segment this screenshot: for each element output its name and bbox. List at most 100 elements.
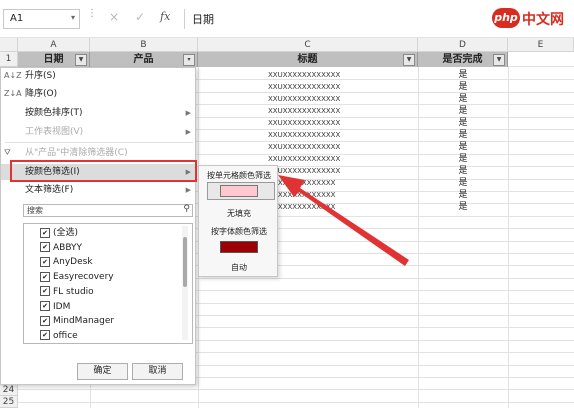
- menu-label: 降序(O): [25, 89, 58, 99]
- menu-label: 按颜色排序(T): [25, 108, 83, 118]
- menu-item-clear-filter: ⛛ 从"产品"中清除筛选器(C): [1, 145, 197, 161]
- select-all-corner[interactable]: [0, 38, 18, 52]
- filter-active-icon[interactable]: ▾: [183, 54, 195, 66]
- row-header-24[interactable]: 24: [0, 385, 18, 396]
- cancel-icon[interactable]: ×: [109, 10, 123, 28]
- checkbox[interactable]: ✔: [40, 330, 50, 341]
- column-header-b[interactable]: B: [90, 38, 198, 52]
- filter-item-label: ABBYY: [53, 242, 83, 253]
- watermark-logo: php 中文网: [492, 6, 572, 32]
- checkbox[interactable]: ✔: [40, 271, 50, 282]
- title-cell[interactable]: XXUXXXXXXXXXXXX: [198, 153, 418, 165]
- header-cell-date[interactable]: 日期 ▼: [18, 52, 90, 67]
- title-cell[interactable]: XXUXXXXXXXXXXXX: [198, 141, 418, 153]
- filter-list-item[interactable]: ✔ Easyrecovery: [40, 270, 114, 284]
- filter-list-item[interactable]: ✔ FL studio: [40, 285, 94, 299]
- menu-item-sort-by-color[interactable]: 按颜色排序(T) ▶: [1, 105, 197, 121]
- checkbox[interactable]: ✔: [40, 286, 50, 297]
- header-label-date: 日期: [43, 54, 64, 65]
- filter-list-item[interactable]: ✔ IDM: [40, 300, 70, 314]
- done-cell[interactable]: 是: [418, 189, 508, 201]
- column-header-a[interactable]: A: [18, 38, 90, 52]
- done-cell[interactable]: 是: [418, 69, 508, 81]
- filter-list-item[interactable]: ✔ (全选): [40, 226, 78, 240]
- title-cell[interactable]: XXUXXXXXXXXXXXX: [198, 81, 418, 93]
- checkbox[interactable]: ✔: [40, 242, 50, 253]
- chevron-right-icon: ▶: [185, 186, 191, 194]
- name-box[interactable]: A1 ▾: [3, 9, 80, 29]
- filter-dropdown-icon[interactable]: ▼: [493, 54, 505, 66]
- sort-descending-icon: Z↓A: [4, 89, 22, 98]
- filter-list-item[interactable]: ✔ office: [40, 329, 78, 343]
- search-icon: ⚲: [183, 204, 190, 214]
- title-cell[interactable]: XXUXXXXXXXXXXXX: [198, 129, 418, 141]
- by-font-color-label: 按字体颜色筛选: [211, 227, 267, 236]
- done-cell[interactable]: 是: [418, 153, 508, 165]
- ok-button[interactable]: 确定: [77, 363, 128, 380]
- automatic-option[interactable]: 自动: [199, 262, 279, 273]
- sort-ascending-icon: A↓Z: [4, 71, 22, 80]
- filter-dropdown-icon[interactable]: ▼: [403, 54, 415, 66]
- column-header-c[interactable]: C: [198, 38, 418, 52]
- header-label-product: 产品: [133, 54, 154, 65]
- done-cell[interactable]: 是: [418, 81, 508, 93]
- grid-hline: [0, 401, 574, 403]
- chevron-down-icon[interactable]: ▾: [71, 13, 75, 22]
- checkbox[interactable]: ✔: [40, 227, 50, 238]
- title-cell[interactable]: XXUXXXXXXXXXXXX: [198, 69, 418, 81]
- filter-list-item[interactable]: ✔ MindManager: [40, 314, 114, 328]
- filter-item-label: office: [53, 330, 78, 341]
- highlight-box: [10, 160, 197, 182]
- done-cell[interactable]: 是: [418, 201, 508, 213]
- header-cell-title[interactable]: 标题 ▼: [198, 52, 418, 67]
- header-cell-product[interactable]: 产品 ▾: [90, 52, 198, 67]
- name-box-value: A1: [10, 13, 24, 24]
- done-cell[interactable]: 是: [418, 141, 508, 153]
- menu-label: 文本筛选(F): [25, 185, 74, 195]
- column-header-d[interactable]: D: [418, 38, 508, 52]
- no-fill-option[interactable]: 无填充: [199, 208, 279, 219]
- done-cell[interactable]: 是: [418, 177, 508, 189]
- insert-function-icon[interactable]: fx: [160, 10, 176, 28]
- scrollbar-thumb[interactable]: [183, 237, 187, 287]
- header-label-title: 标题: [297, 54, 318, 65]
- done-cell[interactable]: 是: [418, 93, 508, 105]
- search-placeholder: 搜索: [27, 206, 43, 215]
- checkbox[interactable]: ✔: [40, 315, 50, 326]
- filter-item-label: AnyDesk: [53, 257, 93, 268]
- title-cell[interactable]: XXUXXXXXXXXXXXX: [198, 93, 418, 105]
- cell-e1[interactable]: [508, 52, 574, 67]
- title-cell[interactable]: XXUXXXXXXXXXXXX: [198, 105, 418, 117]
- checkbox[interactable]: ✔: [40, 256, 50, 267]
- filter-item-label: MindManager: [53, 316, 115, 327]
- done-cell[interactable]: 是: [418, 117, 508, 129]
- filter-value-list: ✔ (全选) ✔ ABBYY ✔ AnyDesk ✔ Easyrecovery ✔ FL stud…: [23, 223, 193, 344]
- menu-item-sort-asc[interactable]: A↓Z 升序(S): [1, 68, 197, 84]
- search-input[interactable]: 搜索 ⚲: [23, 204, 193, 217]
- cancel-button[interactable]: 取消: [132, 363, 183, 380]
- filter-list-item[interactable]: ✔ ABBYY: [40, 241, 82, 255]
- checkbox[interactable]: ✔: [40, 301, 50, 311]
- header-cell-done[interactable]: 是否完成 ▼: [418, 52, 508, 67]
- divider: [184, 9, 185, 29]
- menu-item-sort-desc[interactable]: Z↓A 降序(O): [1, 86, 197, 102]
- done-cell[interactable]: 是: [418, 105, 508, 117]
- drag-handle-icon[interactable]: ⋮: [87, 9, 97, 26]
- done-cell[interactable]: 是: [418, 129, 508, 141]
- cell-color-swatch[interactable]: [220, 185, 258, 197]
- filter-item-label: FL studio: [53, 286, 94, 297]
- title-cell[interactable]: XXUXXXXXXXXXXXX: [198, 117, 418, 129]
- filter-dropdown-icon[interactable]: ▼: [75, 54, 87, 66]
- row-header-25[interactable]: 25: [0, 396, 18, 408]
- column-header-e[interactable]: E: [508, 38, 574, 52]
- font-color-swatch[interactable]: [220, 241, 258, 253]
- check-icon[interactable]: ✓: [135, 10, 149, 28]
- filter-item-label: (全选): [53, 228, 79, 238]
- filter-list-item[interactable]: ✔ AnyDesk: [40, 255, 93, 269]
- row-header-1[interactable]: 1: [0, 52, 18, 67]
- menu-item-text-filter[interactable]: 文本筛选(F) ▶: [1, 182, 197, 198]
- php-logo-badge: php: [492, 8, 520, 28]
- formula-input[interactable]: 日期: [192, 11, 492, 27]
- done-cell[interactable]: 是: [418, 165, 508, 177]
- menu-divider: [5, 142, 193, 143]
